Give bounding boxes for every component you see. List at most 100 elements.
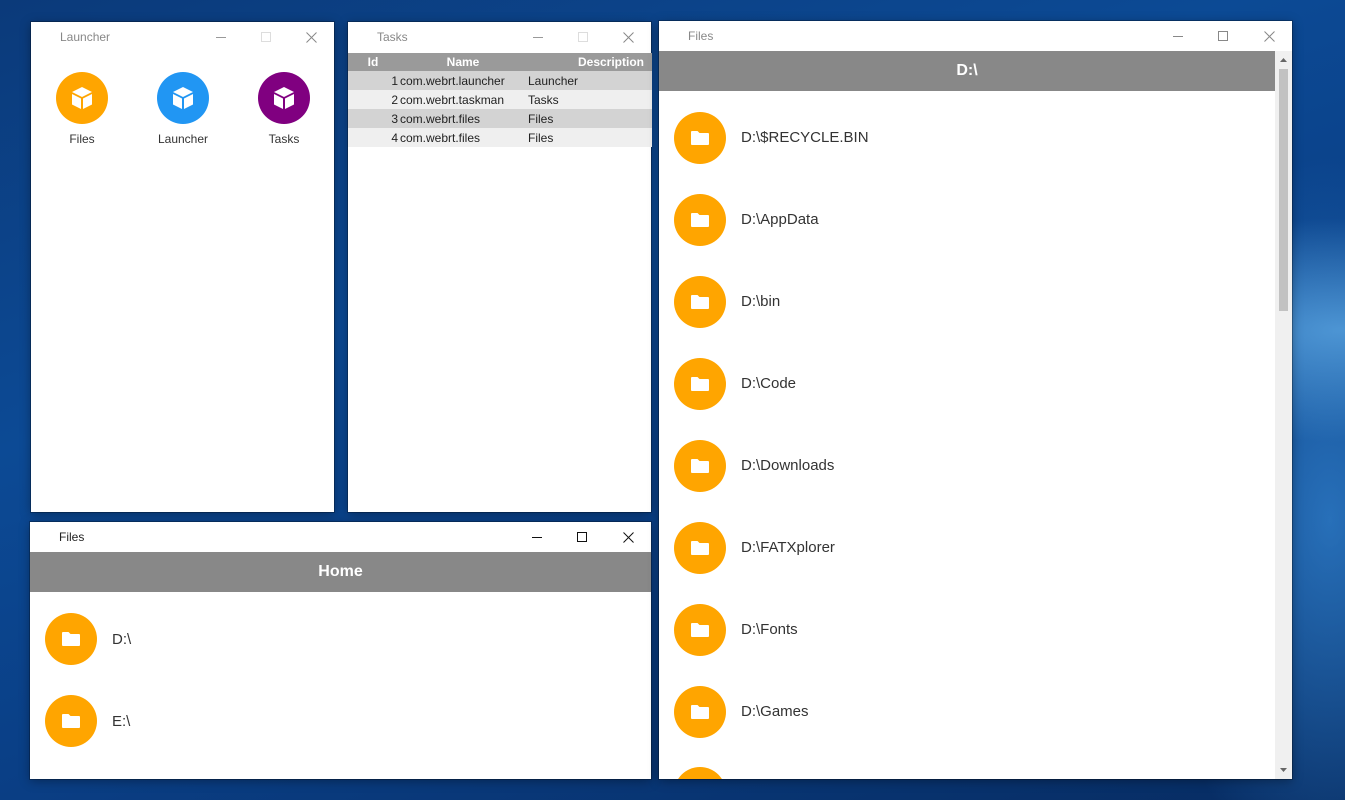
tasks-titlebar[interactable]: Tasks — [348, 22, 651, 52]
folder-icon — [691, 541, 709, 555]
launcher-titlebar[interactable]: Launcher — [31, 22, 334, 52]
folder-circle — [674, 194, 726, 246]
column-header-name[interactable]: Name — [398, 53, 528, 71]
window-title: Files — [688, 29, 714, 43]
scroll-up-arrow-icon[interactable] — [1275, 53, 1292, 67]
location-header: D:\ — [659, 51, 1275, 91]
app-tile-tasks[interactable]: Tasks — [244, 72, 324, 146]
folder-icon — [691, 377, 709, 391]
minimize-icon — [216, 37, 226, 38]
location-header: Home — [30, 552, 651, 592]
app-circle — [157, 72, 209, 124]
close-button[interactable] — [288, 22, 334, 52]
folder-label: D:\AppData — [741, 211, 819, 228]
folder-item[interactable]: D:\Games — [659, 671, 1275, 753]
table-header-row: Id Name Description — [348, 53, 652, 71]
cell-description: Tasks — [528, 90, 652, 109]
app-label: Files — [69, 132, 95, 146]
maximize-button[interactable] — [559, 522, 605, 552]
folder-circle — [674, 276, 726, 328]
minimize-button[interactable] — [198, 22, 244, 52]
close-button[interactable] — [605, 22, 651, 52]
folder-circle — [674, 358, 726, 410]
cell-name: com.webrt.taskman — [398, 90, 528, 109]
close-button[interactable] — [605, 522, 651, 552]
folder-label: D:\ — [112, 631, 132, 648]
folder-circle — [45, 695, 97, 747]
close-icon — [305, 31, 317, 43]
folder-circle — [674, 604, 726, 656]
launcher-window: Launcher Files Launcher Tasks — [31, 22, 334, 512]
folder-label: D:\Downloads — [741, 457, 835, 474]
table-row[interactable]: 2 com.webrt.taskman Tasks — [348, 90, 652, 109]
minimize-button[interactable] — [515, 22, 561, 52]
cell-description: Launcher — [528, 71, 652, 90]
app-label: Launcher — [157, 132, 209, 146]
column-header-description[interactable]: Description — [528, 53, 652, 71]
minimize-button[interactable] — [1155, 21, 1201, 51]
cube-icon — [72, 87, 92, 109]
files-d-titlebar[interactable]: Files — [659, 21, 1292, 51]
folder-circle-partial[interactable] — [674, 767, 726, 779]
app-circle — [258, 72, 310, 124]
column-header-id[interactable]: Id — [348, 53, 398, 71]
close-icon — [1263, 30, 1275, 42]
maximize-icon — [1218, 31, 1228, 41]
minimize-button[interactable] — [514, 522, 560, 552]
folder-item[interactable]: D:\ — [30, 598, 651, 680]
maximize-button[interactable] — [1200, 21, 1246, 51]
minimize-icon — [532, 537, 542, 538]
folder-label: D:\Fonts — [741, 621, 798, 638]
folder-icon — [691, 131, 709, 145]
minimize-icon — [533, 37, 543, 38]
scroll-down-arrow-icon[interactable] — [1275, 763, 1292, 777]
app-tile-files[interactable]: Files — [42, 72, 122, 146]
cell-name: com.webrt.files — [398, 128, 528, 147]
files-home-titlebar[interactable]: Files — [30, 522, 651, 552]
folder-item[interactable]: D:\$RECYCLE.BIN — [659, 97, 1275, 179]
table-row[interactable]: 3 com.webrt.files Files — [348, 109, 652, 128]
maximize-button[interactable] — [560, 22, 606, 52]
folder-label: D:\Code — [741, 375, 797, 392]
window-title: Files — [59, 530, 85, 544]
folder-circle — [45, 613, 97, 665]
vertical-scrollbar[interactable] — [1275, 51, 1292, 779]
folder-item[interactable]: D:\Code — [659, 343, 1275, 425]
window-title: Launcher — [60, 30, 111, 44]
folder-label: E:\ — [112, 713, 131, 730]
folder-label: D:\$RECYCLE.BIN — [741, 129, 869, 146]
cell-name: com.webrt.launcher — [398, 71, 528, 90]
scroll-thumb[interactable] — [1279, 69, 1288, 311]
maximize-icon — [577, 532, 587, 542]
folder-icon — [691, 459, 709, 473]
folder-item[interactable]: D:\Downloads — [659, 425, 1275, 507]
tasks-window: Tasks Id Name Description 1 com.webrt.la… — [348, 22, 652, 512]
cell-description: Files — [528, 109, 652, 128]
maximize-icon — [261, 32, 271, 42]
cell-id: 2 — [348, 90, 398, 109]
table-row[interactable]: 4 com.webrt.files Files — [348, 128, 652, 147]
files-home-window: Files Home D:\ E:\ — [30, 522, 651, 779]
folder-label: D:\Games — [741, 703, 809, 720]
app-tile-launcher[interactable]: Launcher — [143, 72, 223, 146]
cube-icon — [173, 87, 193, 109]
cell-id: 1 — [348, 71, 398, 90]
folder-item[interactable]: D:\AppData — [659, 179, 1275, 261]
folder-item[interactable]: E:\ — [30, 680, 651, 762]
table-row[interactable]: 1 com.webrt.launcher Launcher — [348, 71, 652, 90]
maximize-icon — [578, 32, 588, 42]
window-title: Tasks — [377, 30, 408, 44]
close-icon — [622, 531, 634, 543]
folder-item[interactable]: D:\FATXplorer — [659, 507, 1275, 589]
folder-item[interactable]: D:\Fonts — [659, 589, 1275, 671]
folder-item[interactable]: D:\bin — [659, 261, 1275, 343]
folder-icon — [691, 623, 709, 637]
maximize-button[interactable] — [243, 22, 289, 52]
close-button[interactable] — [1246, 21, 1292, 51]
app-label: Tasks — [268, 132, 300, 146]
minimize-icon — [1173, 36, 1183, 37]
cell-id: 4 — [348, 128, 398, 147]
folder-label: D:\FATXplorer — [741, 539, 835, 556]
folder-circle — [674, 686, 726, 738]
folder-icon — [691, 295, 709, 309]
